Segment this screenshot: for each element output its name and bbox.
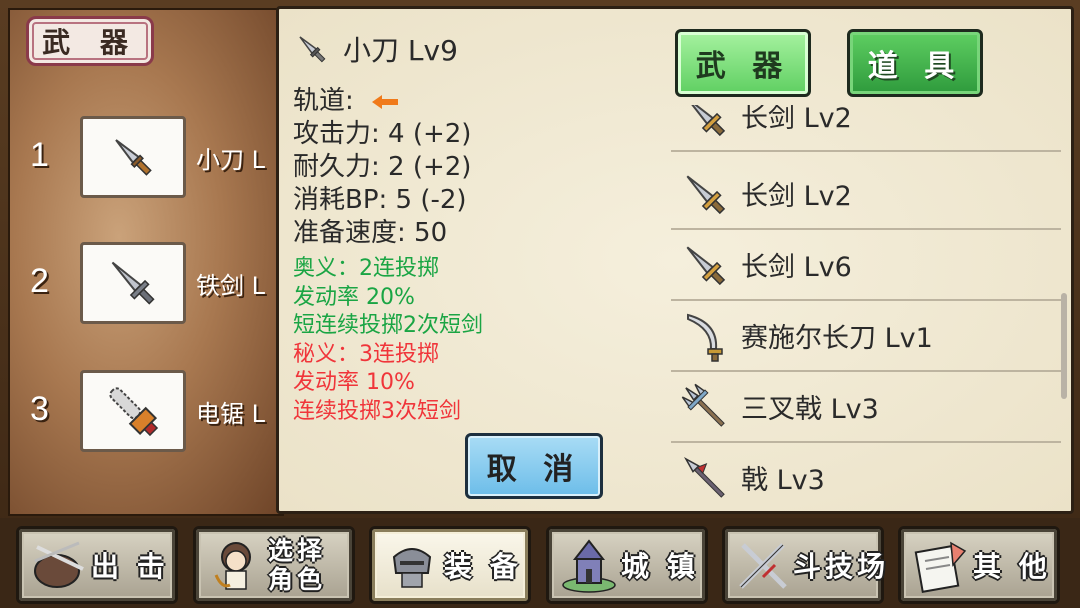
- scimitar-icon: [677, 308, 733, 364]
- nav-label-line1: 选择: [268, 536, 327, 565]
- nav-label-line2: 角色: [268, 565, 327, 594]
- halberd-icon: [677, 450, 733, 506]
- list-item-label: 长剑 Lv2: [741, 105, 852, 134]
- nav-label: 斗技场: [793, 550, 890, 583]
- list-item-label: 长剑 Lv2: [741, 181, 852, 212]
- dagger-icon: [115, 139, 152, 176]
- trident-icon: [677, 379, 733, 435]
- stat-ready-speed: 准备速度: 50: [293, 218, 448, 248]
- cancel-button[interactable]: 取 消: [465, 433, 603, 499]
- weapon-stats: 轨道: 攻击力: 4 (+2) 耐久力: 2 (+2) 消耗BP: 5 (-2)…: [293, 85, 471, 250]
- list-item-label: 戟 Lv3: [741, 465, 825, 496]
- stat-bp-cost: 消耗BP: 5 (-2): [293, 185, 467, 215]
- long-sword-icon: [677, 237, 733, 293]
- list-item[interactable]: 戟 Lv3: [671, 443, 1061, 509]
- long-sword-icon: [677, 105, 733, 144]
- equipment-detail-panel: 小刀 Lv9 轨道: 攻击力: 4 (+2) 耐久力: 2 (+2) 消耗BP:…: [276, 6, 1074, 514]
- tab-weapons[interactable]: 武 器: [675, 29, 811, 97]
- long-sword-icon: [677, 166, 733, 222]
- skill-secret-desc: 短连续投掷2次短剑: [293, 313, 483, 338]
- character-icon: [204, 533, 268, 597]
- nav-label: 装 备: [444, 550, 522, 583]
- slot-weapon-name: 电锯 L: [196, 400, 265, 428]
- list-item[interactable]: 长剑 Lv2: [671, 159, 1061, 230]
- skill-hidden-name: 秘义：3连投掷: [293, 341, 439, 367]
- chainsaw-icon: [109, 387, 159, 437]
- list-item[interactable]: 长剑 Lv2: [671, 105, 1061, 152]
- nav-sortie-button[interactable]: 出 击: [16, 526, 178, 604]
- list-item[interactable]: 三叉戟 Lv3: [671, 372, 1061, 443]
- iron-sword-icon: [111, 261, 155, 305]
- weapon-slot-2[interactable]: 2 铁剑 L: [30, 242, 280, 324]
- slot-item-box[interactable]: [80, 116, 186, 198]
- slot-number: 1: [30, 136, 49, 174]
- stat-attack: 攻击力: 4 (+2): [293, 119, 472, 149]
- town-icon: [557, 533, 621, 597]
- weapon-slot-1[interactable]: 1 小刀 L: [30, 116, 280, 198]
- slot-number: 2: [30, 262, 49, 300]
- list-item-label: 赛施尔长刀 Lv1: [741, 323, 933, 354]
- weapon-name: 小刀 Lv9: [343, 34, 458, 67]
- nav-label: 其 他: [973, 550, 1051, 583]
- skill-secret-rate: 发动率 20%: [293, 284, 415, 310]
- nav-equipment-button[interactable]: 装 备: [369, 526, 531, 604]
- list-scrollbar[interactable]: [1061, 293, 1067, 399]
- list-item-label: 三叉戟 Lv3: [741, 394, 879, 425]
- stat-trail-label: 轨道:: [293, 86, 354, 116]
- slot-weapon-name: 小刀 L: [196, 146, 265, 174]
- left-arrow-icon: [372, 94, 399, 109]
- weapon-category-label: 武 器: [26, 16, 154, 66]
- slot-item-box[interactable]: [80, 242, 186, 324]
- nav-label: 城 镇: [621, 550, 699, 583]
- list-item-label: 长剑 Lv6: [741, 252, 852, 283]
- dagger-icon: [299, 36, 326, 63]
- weapon-skills: 奥义：2连投掷 发动率 20% 短连续投掷2次短剑 秘义：3连投掷 发动率 10…: [293, 255, 483, 426]
- slot-weapon-name: 铁剑 L: [196, 272, 265, 300]
- nav-town-button[interactable]: 城 镇: [546, 526, 708, 604]
- stat-durability: 耐久力: 2 (+2): [293, 152, 472, 182]
- skill-hidden-rate: 发动率 10%: [293, 370, 415, 395]
- weapon-title: 小刀 Lv9: [293, 29, 458, 69]
- stat-trail: 轨道:: [293, 85, 471, 118]
- nav-select-character-button[interactable]: 选择 角色: [193, 526, 355, 604]
- weapon-list[interactable]: 长剑 Lv2 长剑 Lv2 长剑 Lv6 赛施尔长刀 Lv1 三叉戟 Lv3 戟…: [671, 105, 1061, 509]
- nav-label: 出 击: [91, 550, 169, 583]
- list-item[interactable]: 长剑 Lv6: [671, 230, 1061, 301]
- sortie-icon: [27, 533, 91, 597]
- slot-item-box[interactable]: [80, 370, 186, 452]
- skill-secret-name: 奥义：2连投掷: [293, 256, 439, 281]
- nav-label: 选择 角色: [268, 536, 326, 594]
- slot-number: 3: [30, 390, 49, 428]
- nav-other-button[interactable]: 其 他: [898, 526, 1060, 604]
- tab-items[interactable]: 道 具: [847, 29, 983, 97]
- skill-hidden-desc: 连续投掷3次短剑: [293, 398, 461, 424]
- equipment-icon: [380, 533, 444, 597]
- list-item[interactable]: 赛施尔长刀 Lv1: [671, 301, 1061, 372]
- other-icon: [909, 533, 973, 597]
- bottom-navigation: 出 击 选择 角色 装 备 城 镇 斗技场 其 他: [0, 518, 1080, 608]
- arena-icon: [733, 533, 793, 597]
- weapon-slot-3[interactable]: 3 电锯 L: [30, 370, 280, 452]
- nav-arena-button[interactable]: 斗技场: [722, 526, 885, 604]
